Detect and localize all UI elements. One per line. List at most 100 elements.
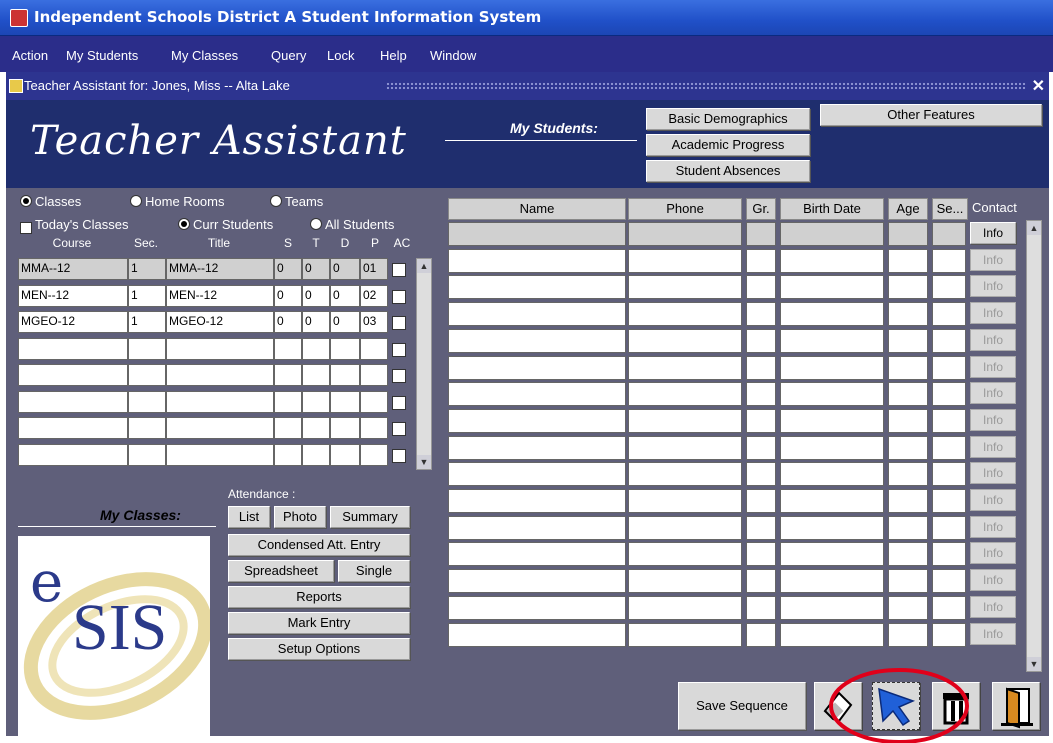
student-cell-birth-date[interactable]: [780, 328, 884, 353]
info-button[interactable]: Info: [970, 248, 1016, 271]
student-cell-name[interactable]: [448, 542, 626, 567]
student-cell-phone[interactable]: [628, 542, 742, 567]
student-cell-age[interactable]: [888, 408, 928, 433]
student-cell-phone[interactable]: [628, 408, 742, 433]
cell-p[interactable]: [360, 390, 388, 413]
menu-window[interactable]: Window: [430, 48, 476, 63]
single-button[interactable]: Single: [338, 560, 410, 582]
student-cell-name[interactable]: [448, 302, 626, 327]
student-cell-grade[interactable]: [746, 489, 776, 513]
col-grade[interactable]: Gr.: [746, 198, 776, 220]
cell-s[interactable]: 0: [274, 258, 302, 280]
info-button[interactable]: Info: [970, 462, 1016, 485]
menu-my-students[interactable]: My Students: [66, 48, 138, 63]
student-cell-phone[interactable]: [628, 489, 742, 513]
cell-t[interactable]: [302, 417, 330, 439]
cell-d[interactable]: [330, 417, 360, 439]
cell-title[interactable]: MMA--12: [166, 258, 274, 280]
student-cell-name[interactable]: [448, 622, 626, 647]
other-features-button[interactable]: Other Features: [820, 104, 1042, 126]
cell-s[interactable]: [274, 443, 302, 466]
photo-button[interactable]: Photo: [274, 506, 326, 528]
info-button[interactable]: Info: [970, 355, 1016, 378]
student-cell-age[interactable]: [888, 382, 928, 407]
info-button[interactable]: Info: [970, 595, 1016, 618]
student-cell-sex[interactable]: [932, 408, 966, 433]
students-scrollbar[interactable]: ▲ ▼: [1026, 220, 1042, 672]
info-button[interactable]: Info: [970, 408, 1016, 431]
mark-entry-button[interactable]: Mark Entry: [228, 612, 410, 634]
student-cell-sex[interactable]: [932, 355, 966, 380]
student-cell-age[interactable]: [888, 275, 928, 300]
student-cell-grade[interactable]: [746, 622, 776, 647]
student-cell-phone[interactable]: [628, 382, 742, 407]
student-cell-sex[interactable]: [932, 515, 966, 540]
student-cell-name[interactable]: [448, 569, 626, 594]
student-cell-birth-date[interactable]: [780, 542, 884, 567]
student-cell-name[interactable]: [448, 595, 626, 620]
academic-progress-button[interactable]: Academic Progress: [646, 134, 810, 156]
cell-course[interactable]: MGEO-12: [18, 311, 128, 333]
cell-s[interactable]: [274, 364, 302, 386]
student-cell-name[interactable]: [448, 222, 626, 246]
student-cell-phone[interactable]: [628, 248, 742, 273]
cell-t[interactable]: [302, 337, 330, 360]
scroll-down-icon[interactable]: ▼: [1027, 657, 1041, 671]
student-cell-age[interactable]: [888, 569, 928, 594]
student-cell-phone[interactable]: [628, 302, 742, 327]
cell-sec[interactable]: 1: [128, 284, 166, 307]
menu-lock[interactable]: Lock: [327, 48, 354, 63]
filter-teams[interactable]: Teams: [270, 194, 323, 209]
menu-query[interactable]: Query: [271, 48, 306, 63]
info-button[interactable]: Info: [970, 382, 1016, 405]
cell-t[interactable]: [302, 390, 330, 413]
student-cell-sex[interactable]: [932, 622, 966, 647]
cell-p[interactable]: 01: [360, 258, 388, 280]
cell-d[interactable]: 0: [330, 311, 360, 333]
student-cell-age[interactable]: [888, 222, 928, 246]
student-cell-birth-date[interactable]: [780, 595, 884, 620]
cell-d[interactable]: [330, 364, 360, 386]
student-cell-name[interactable]: [448, 248, 626, 273]
student-cell-phone[interactable]: [628, 515, 742, 540]
student-cell-phone[interactable]: [628, 435, 742, 460]
cell-sec[interactable]: 1: [128, 258, 166, 280]
col-birth-date[interactable]: Birth Date: [780, 198, 884, 220]
cell-t[interactable]: 0: [302, 311, 330, 333]
student-cell-name[interactable]: [448, 435, 626, 460]
condensed-att-entry-button[interactable]: Condensed Att. Entry: [228, 534, 410, 556]
info-button[interactable]: Info: [970, 328, 1016, 351]
reports-button[interactable]: Reports: [228, 586, 410, 608]
student-cell-age[interactable]: [888, 595, 928, 620]
student-cell-grade[interactable]: [746, 328, 776, 353]
cell-t[interactable]: [302, 364, 330, 386]
student-cell-sex[interactable]: [932, 302, 966, 327]
menu-my-classes[interactable]: My Classes: [171, 48, 238, 63]
student-cell-age[interactable]: [888, 435, 928, 460]
info-button[interactable]: Info: [970, 542, 1016, 565]
cell-s[interactable]: [274, 417, 302, 439]
student-absences-button[interactable]: Student Absences: [646, 160, 810, 182]
student-cell-age[interactable]: [888, 355, 928, 380]
student-cell-birth-date[interactable]: [780, 622, 884, 647]
info-button[interactable]: Info: [970, 569, 1016, 592]
cell-p[interactable]: [360, 443, 388, 466]
info-button[interactable]: Info: [970, 515, 1016, 538]
student-cell-sex[interactable]: [932, 328, 966, 353]
student-cell-birth-date[interactable]: [780, 515, 884, 540]
save-sequence-button[interactable]: Save Sequence: [678, 682, 806, 730]
ac-checkbox[interactable]: [392, 369, 406, 383]
ac-checkbox[interactable]: [392, 422, 406, 436]
cell-s[interactable]: 0: [274, 284, 302, 307]
cell-sec[interactable]: [128, 443, 166, 466]
cell-s[interactable]: [274, 390, 302, 413]
cell-d[interactable]: 0: [330, 284, 360, 307]
student-cell-phone[interactable]: [628, 222, 742, 246]
student-cell-birth-date[interactable]: [780, 222, 884, 246]
student-cell-phone[interactable]: [628, 275, 742, 300]
cell-p[interactable]: 03: [360, 311, 388, 333]
student-cell-birth-date[interactable]: [780, 435, 884, 460]
cell-title[interactable]: MGEO-12: [166, 311, 274, 333]
student-cell-birth-date[interactable]: [780, 355, 884, 380]
scroll-up-icon[interactable]: ▲: [417, 259, 431, 273]
